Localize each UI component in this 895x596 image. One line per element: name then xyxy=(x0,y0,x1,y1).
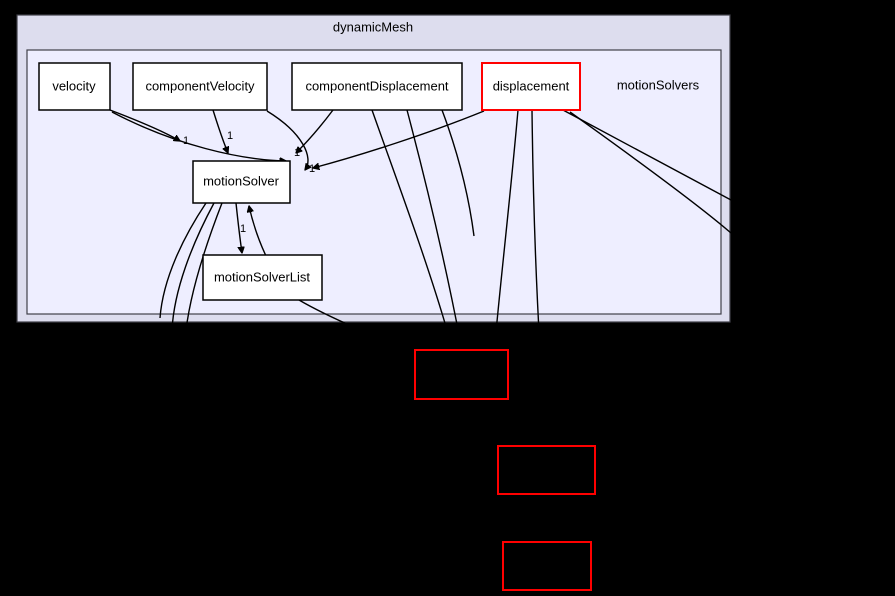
node-componentdisplacement[interactable]: componentDisplacement xyxy=(291,62,463,111)
edge-label-count-4: 1 xyxy=(309,163,315,175)
edge-label-count-3: 1 xyxy=(294,147,300,159)
node-componentvelocity-label: componentVelocity xyxy=(145,78,255,93)
node-displacement-label: displacement xyxy=(493,78,570,93)
node-motionsolver[interactable]: motionSolver xyxy=(192,160,291,204)
node-offscreen-1-rect[interactable] xyxy=(414,349,509,400)
node-componentdisplacement-label: componentDisplacement xyxy=(305,78,448,93)
node-offscreen-3[interactable] xyxy=(502,541,592,591)
node-velocity[interactable]: velocity xyxy=(38,62,111,111)
edge-offscreen-1-2 xyxy=(461,398,499,448)
cluster-dynamicmesh-label: dynamicMesh xyxy=(333,19,413,34)
node-offscreen-1[interactable] xyxy=(414,349,509,400)
edge-label-count-1: 1 xyxy=(183,135,189,147)
node-offscreen-2-rect[interactable] xyxy=(497,445,596,495)
edge-label-count-2: 1 xyxy=(227,130,233,142)
node-velocity-label: velocity xyxy=(52,78,96,93)
node-motionsolverlist[interactable]: motionSolverList xyxy=(202,254,323,301)
node-displacement[interactable]: displacement xyxy=(481,62,581,111)
node-componentvelocity[interactable]: componentVelocity xyxy=(132,62,268,111)
node-motionsolver-label: motionSolver xyxy=(203,173,280,188)
edge-label-count-5: 1 xyxy=(240,223,246,235)
node-offscreen-3-rect[interactable] xyxy=(502,541,592,591)
directory-dependency-graph: dynamicMesh motionSolvers velocity compo… xyxy=(0,0,895,596)
graph-svg: dynamicMesh motionSolvers velocity compo… xyxy=(16,14,732,591)
node-offscreen-2[interactable] xyxy=(497,445,596,495)
node-motionsolverlist-label: motionSolverList xyxy=(214,269,310,284)
cluster-motionsolvers-label: motionSolvers xyxy=(617,77,700,92)
